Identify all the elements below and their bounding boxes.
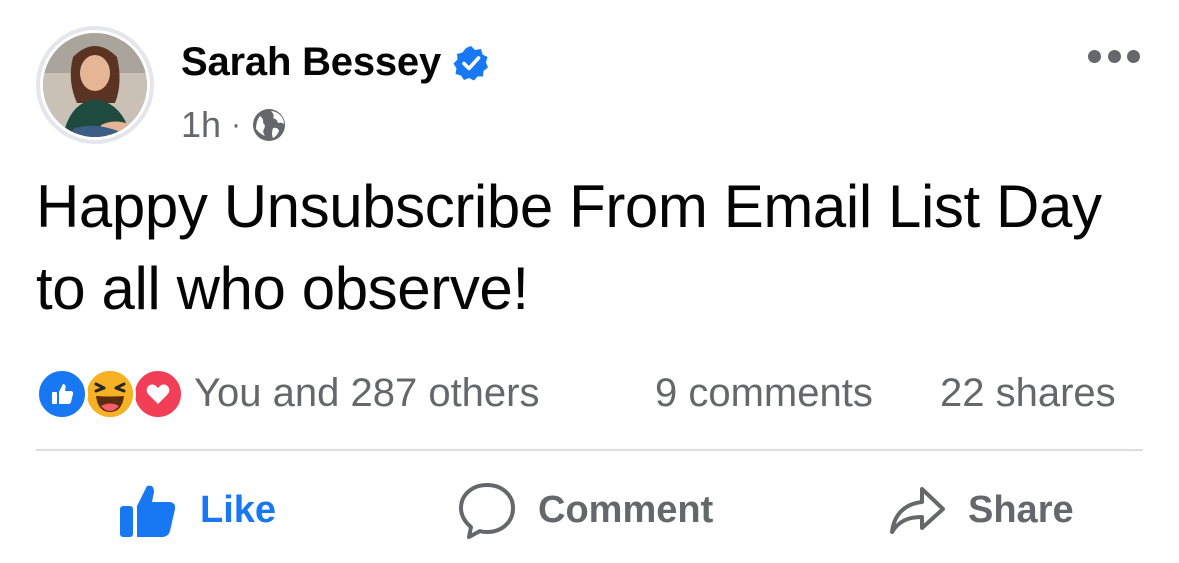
more-options-icon[interactable] bbox=[1088, 46, 1140, 66]
divider bbox=[36, 449, 1143, 451]
globe-icon[interactable] bbox=[251, 107, 287, 143]
like-button[interactable]: Like bbox=[118, 478, 276, 542]
verified-badge-icon bbox=[453, 45, 489, 81]
author-name[interactable]: Sarah Bessey bbox=[181, 40, 441, 85]
thumbs-up-icon bbox=[120, 485, 176, 537]
comment-icon bbox=[459, 483, 515, 539]
avatar-photo bbox=[43, 33, 147, 137]
reaction-summary[interactable]: You and 287 others bbox=[194, 368, 540, 418]
more-dot bbox=[1127, 49, 1140, 63]
comments-count[interactable]: 9 comments bbox=[655, 368, 873, 418]
like-reaction-icon bbox=[36, 368, 88, 420]
haha-reaction-icon bbox=[84, 368, 136, 420]
love-reaction-icon bbox=[132, 368, 184, 420]
share-button[interactable]: Share bbox=[888, 478, 1074, 542]
author-name-row: Sarah Bessey bbox=[181, 40, 489, 85]
share-icon bbox=[890, 487, 945, 534]
share-label: Share bbox=[968, 488, 1074, 531]
more-dot bbox=[1107, 49, 1121, 63]
meta-separator: · bbox=[231, 108, 242, 141]
post-timestamp[interactable]: 1h bbox=[181, 104, 221, 146]
comment-label: Comment bbox=[538, 488, 714, 531]
post-text: Happy Unsubscribe From Email List Day to… bbox=[36, 173, 1102, 322]
like-label: Like bbox=[200, 488, 277, 531]
shares-count[interactable]: 22 shares bbox=[940, 368, 1116, 418]
comment-button[interactable]: Comment bbox=[458, 478, 713, 542]
post-meta: 1h · bbox=[181, 104, 287, 146]
reaction-icons[interactable] bbox=[36, 368, 184, 420]
more-dot bbox=[1088, 49, 1101, 63]
author-avatar[interactable] bbox=[36, 26, 154, 144]
